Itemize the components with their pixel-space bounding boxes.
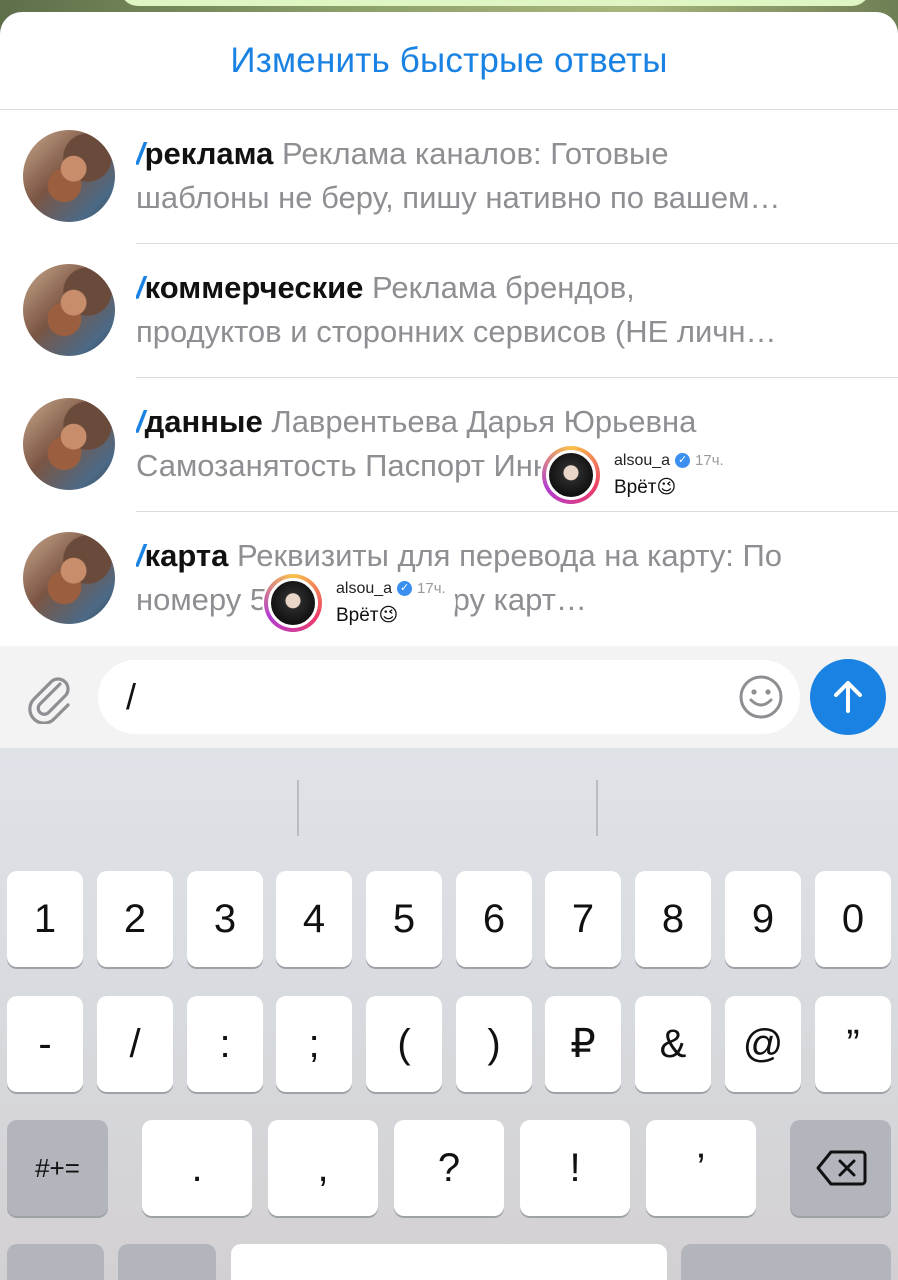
command-name: данные [144, 404, 263, 439]
quick-reply-text: /данные Лаврентьева Дарья Юрьевна Самоза… [136, 400, 876, 488]
paperclip-icon[interactable] [22, 668, 78, 725]
reply-preview-line2: Самозанятость Паспорт Инн… [136, 448, 582, 483]
key-quote[interactable]: ” [815, 996, 891, 1092]
quick-reply-item-kommercheskie[interactable]: /коммерческие Реклама брендов, продуктов… [0, 244, 898, 378]
story-ring [542, 446, 600, 504]
verified-badge-icon: ✓ [397, 581, 413, 596]
command-slash: / [136, 270, 145, 305]
reply-preview-line1: Реквизиты для перевода на карту: По [236, 538, 783, 573]
quick-reply-text: /карта Реквизиты для перевода на карту: … [136, 534, 876, 622]
key-8[interactable]: 8 [635, 871, 711, 967]
command-name: коммерческие [144, 270, 364, 305]
verified-badge-icon: ✓ [675, 453, 691, 468]
key-question[interactable]: ? [394, 1120, 504, 1216]
story-mention-sticker: alsou_a ✓ 17ч. Врёт😉 [262, 572, 456, 634]
command-slash: / [136, 538, 145, 573]
send-button[interactable] [810, 659, 886, 735]
sticker-username: alsou_a [614, 451, 671, 469]
key-more-symbols[interactable]: #+= [7, 1120, 108, 1216]
backspace-key[interactable] [790, 1120, 891, 1216]
reply-preview-line2: номеру 5 или по номеру карт… [136, 582, 587, 617]
key-6[interactable]: 6 [456, 871, 532, 967]
panel-header: Изменить быстрые ответы [0, 12, 898, 110]
suggestion-divider [297, 780, 299, 836]
avatar [268, 578, 318, 628]
command-slash: / [136, 136, 145, 171]
arrow-up-icon [834, 681, 862, 713]
key-exclamation[interactable]: ! [520, 1120, 630, 1216]
key-open-paren[interactable]: ( [366, 996, 442, 1092]
avatar [23, 264, 115, 356]
edit-quick-replies-link[interactable]: Изменить быстрые ответы [230, 41, 667, 81]
avatar [23, 398, 115, 490]
reply-preview-line2: продуктов и сторонних сервисов (НЕ личн… [136, 314, 777, 349]
sticker-time: 17ч. [417, 580, 446, 597]
key-close-paren[interactable]: ) [456, 996, 532, 1092]
reply-preview-line2: шаблоны не беру, пишу нативно по вашем… [136, 180, 781, 215]
backspace-icon [816, 1150, 866, 1186]
key-return[interactable] [681, 1244, 891, 1280]
key-4[interactable]: 4 [276, 871, 352, 967]
key-5[interactable]: 5 [366, 871, 442, 967]
story-ring [264, 574, 322, 632]
key-9[interactable]: 9 [725, 871, 801, 967]
reply-preview-line1: Лаврентьева Дарья Юрьевна [271, 404, 697, 439]
command-name: карта [144, 538, 229, 573]
quick-replies-panel: Изменить быстрые ответы /реклама Реклама… [0, 12, 898, 646]
key-emoji[interactable] [118, 1244, 216, 1280]
sticker-time: 17ч. [695, 452, 724, 469]
reply-preview-line1: Реклама брендов, [372, 270, 635, 305]
key-slash[interactable]: / [97, 996, 173, 1092]
key-0[interactable]: 0 [815, 871, 891, 967]
key-hyphen[interactable]: - [7, 996, 83, 1092]
suggestion-divider [596, 780, 598, 836]
quick-reply-item-reklama[interactable]: /реклама Реклама каналов: Готовые шаблон… [0, 110, 898, 244]
avatar [23, 532, 115, 624]
key-at[interactable]: @ [725, 996, 801, 1092]
avatar [23, 130, 115, 222]
key-space[interactable] [231, 1244, 667, 1280]
message-bubble [120, 0, 870, 6]
key-comma[interactable]: , [268, 1120, 378, 1216]
key-ampersand[interactable]: & [635, 996, 711, 1092]
message-input[interactable]: / [98, 660, 800, 734]
message-input-value: / [126, 676, 137, 717]
key-period[interactable]: . [142, 1120, 252, 1216]
quick-reply-item-dannye[interactable]: /данные Лаврентьева Дарья Юрьевна Самоза… [0, 378, 898, 512]
reply-preview-line1: Реклама каналов: Готовые [282, 136, 669, 171]
key-1[interactable]: 1 [7, 871, 83, 967]
avatar [546, 450, 596, 500]
quick-reply-text: /реклама Реклама каналов: Готовые шаблон… [136, 132, 876, 220]
key-apostrophe[interactable]: ’ [646, 1120, 756, 1216]
command-name: реклама [144, 136, 274, 171]
key-7[interactable]: 7 [545, 871, 621, 967]
sticker-username: alsou_a [336, 579, 393, 597]
story-mention-sticker: alsou_a ✓ 17ч. Врёт😉 [540, 444, 734, 506]
quick-reply-text: /коммерческие Реклама брендов, продуктов… [136, 266, 876, 354]
command-slash: / [136, 404, 145, 439]
quick-reply-item-karta[interactable]: /карта Реквизиты для перевода на карту: … [0, 512, 898, 646]
key-colon[interactable]: : [187, 996, 263, 1092]
key-3[interactable]: 3 [187, 871, 263, 967]
sticker-message: Врёт😉 [336, 604, 399, 626]
key-ruble[interactable]: ₽ [545, 996, 621, 1092]
key-semicolon[interactable]: ; [276, 996, 352, 1092]
smiley-icon[interactable] [738, 674, 784, 720]
key-2[interactable]: 2 [97, 871, 173, 967]
sticker-message: Врёт😉 [614, 476, 677, 498]
key-abc[interactable] [7, 1244, 104, 1280]
